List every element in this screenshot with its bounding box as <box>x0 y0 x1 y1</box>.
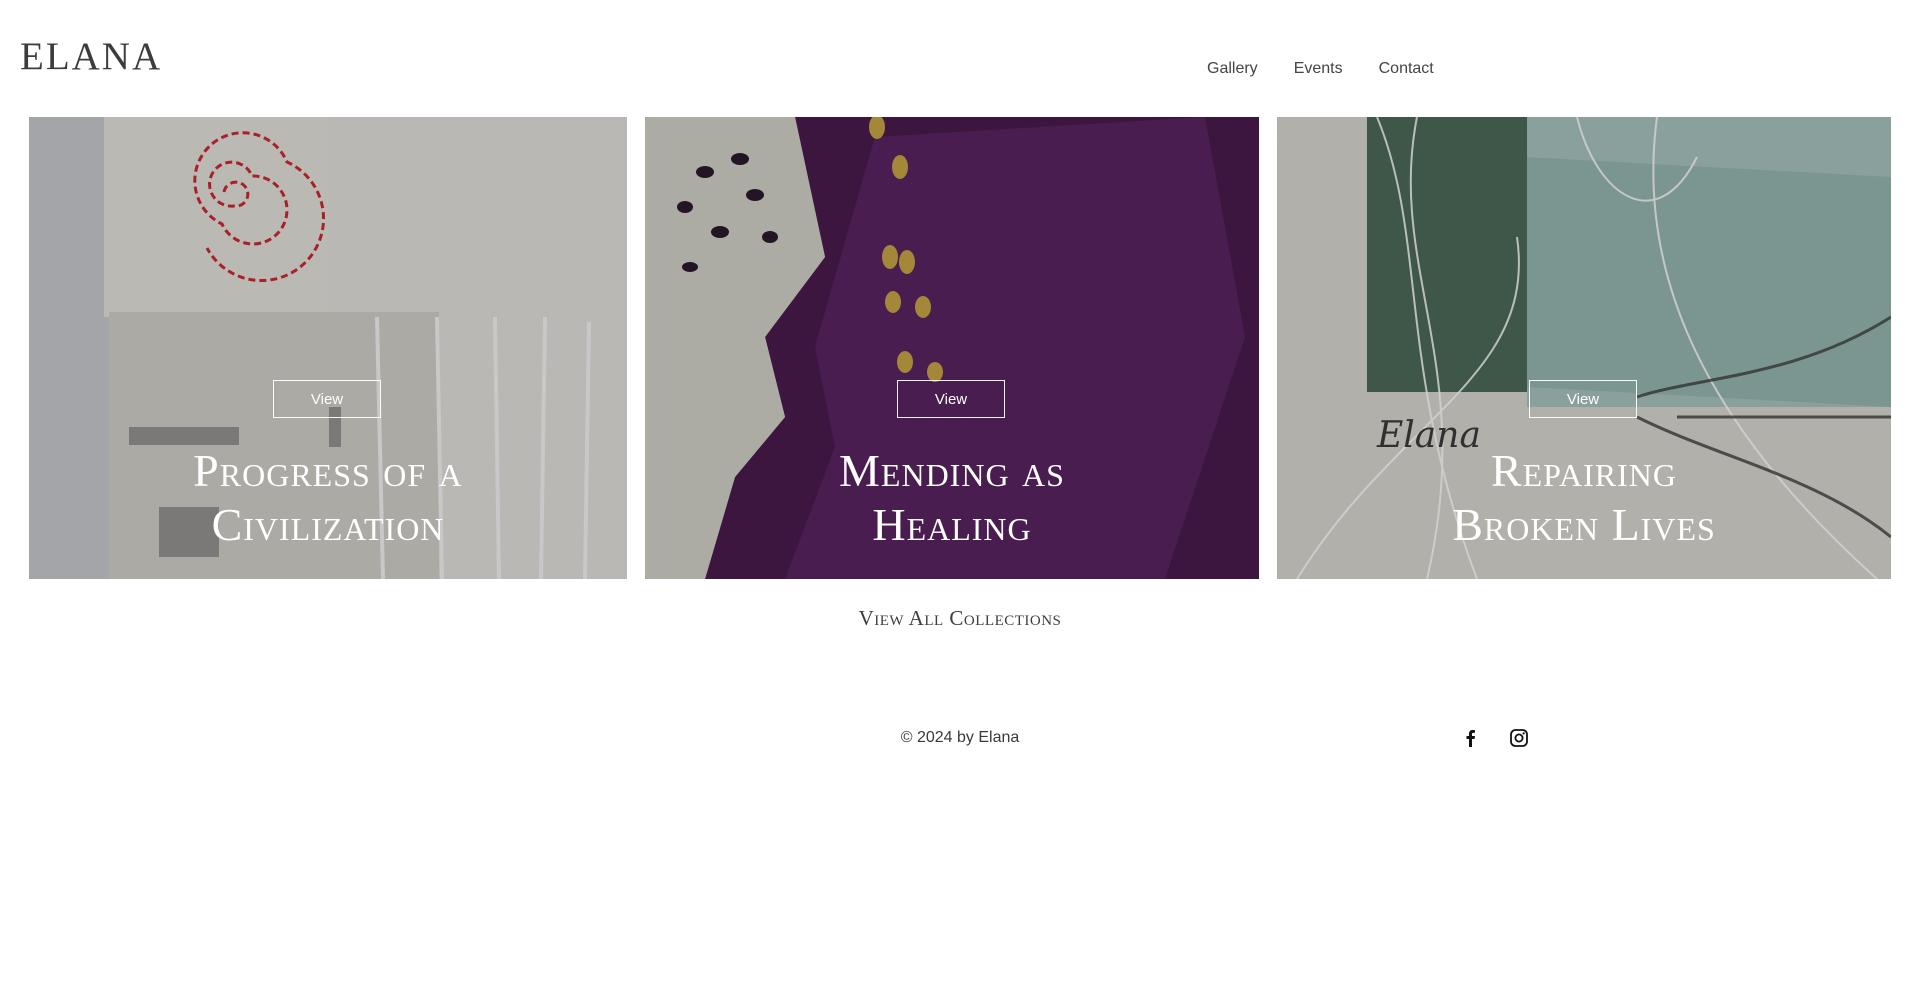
view-button[interactable]: View <box>1529 380 1637 418</box>
collection-title: Mending as Healing <box>645 444 1259 552</box>
collection-title-line: Repairing <box>1490 445 1678 496</box>
main-nav: Gallery Events Contact <box>1207 60 1470 78</box>
nav-item-events[interactable]: Events <box>1294 60 1343 78</box>
collection-tile-progress[interactable]: View Progress of a Civilization <box>29 117 627 579</box>
collection-tile-repairing[interactable]: Elana View Repairing Broken Lives <box>1277 117 1891 579</box>
collection-title: Progress of a Civilization <box>29 444 627 552</box>
collection-tile-mending[interactable]: View Mending as Healing <box>645 117 1259 579</box>
collection-title: Repairing Broken Lives <box>1277 444 1891 552</box>
view-button[interactable]: View <box>273 380 381 418</box>
instagram-icon[interactable] <box>1509 728 1529 748</box>
collection-title-line: Mending as <box>839 445 1065 496</box>
nav-item-gallery[interactable]: Gallery <box>1207 60 1258 78</box>
copyright-text: © 2024 by Elana <box>900 729 1020 746</box>
view-all-collections-link[interactable]: View All Collections <box>0 606 1920 631</box>
collection-title-line: Civilization <box>211 499 445 550</box>
facebook-icon[interactable] <box>1461 728 1481 748</box>
collection-title-line: Broken Lives <box>1452 499 1716 550</box>
nav-item-contact[interactable]: Contact <box>1379 60 1434 78</box>
collection-title-line: Healing <box>872 499 1032 550</box>
social-bar <box>1461 728 1529 748</box>
view-button[interactable]: View <box>897 380 1005 418</box>
site-logo[interactable]: ELANA <box>20 34 162 79</box>
collection-title-line: Progress of a <box>193 445 463 496</box>
